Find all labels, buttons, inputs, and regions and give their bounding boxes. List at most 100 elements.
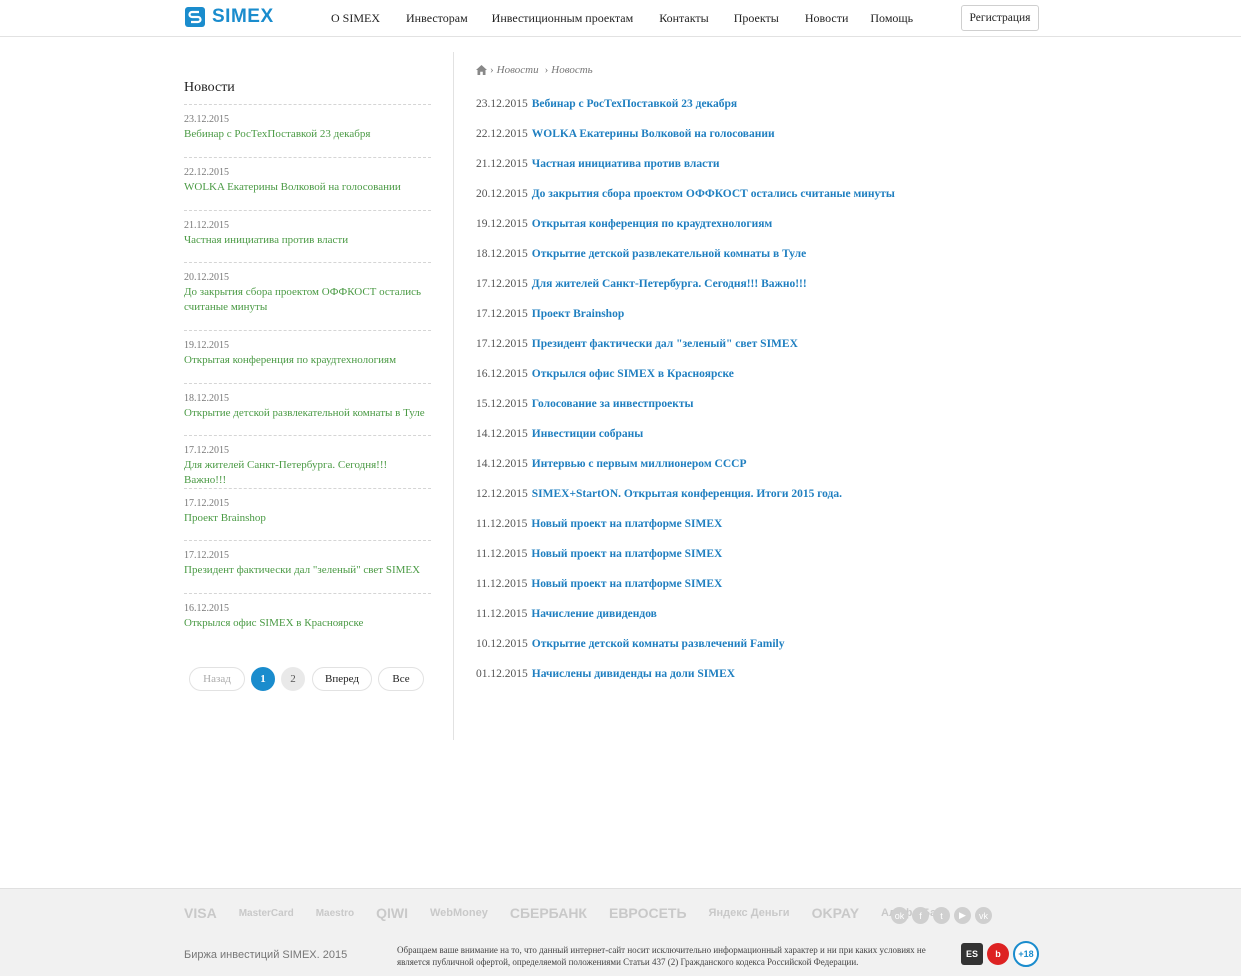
news-link[interactable]: Проект Brainshop	[532, 308, 624, 320]
pagination-all-button[interactable]: Все	[378, 667, 424, 691]
sidebar-news-item: 19.12.2015 Открытая конференция по краудт…	[184, 330, 431, 383]
home-icon[interactable]	[476, 65, 487, 75]
sidebar-news-link[interactable]: Открылся офис SIMEX в Красноярске	[184, 616, 431, 631]
news-row: 11.12.2015 Новый проект на платформе SIME…	[476, 547, 895, 577]
column-divider	[453, 52, 454, 740]
sidebar-news-link[interactable]: Открытая конференция по краудтехнологиям	[184, 353, 431, 368]
news-row: 15.12.2015 Голосование за инвестпроекты	[476, 397, 895, 427]
sidebar-news-date: 17.12.2015	[184, 445, 229, 456]
sidebar-news-date: 19.12.2015	[184, 340, 229, 351]
nav-investors[interactable]: Инвесторам	[406, 11, 468, 26]
news-row: 14.12.2015 Интервью с первым миллионером …	[476, 457, 895, 487]
vkontakte-icon[interactable]: vk	[975, 907, 992, 924]
news-list: 23.12.2015 Вебинар с РосТехПоставкой 23 д…	[476, 97, 895, 697]
news-date: 17.12.2015	[476, 308, 528, 320]
news-link[interactable]: Новый проект на платформе SIMEX	[531, 578, 722, 590]
news-link[interactable]: Президент фактически дал "зеленый" свет …	[532, 338, 798, 350]
twitter-icon[interactable]: t	[933, 907, 950, 924]
sidebar-news-item: 21.12.2015 Частная инициатива против влас…	[184, 210, 431, 262]
news-row: 17.12.2015 Проект Brainshop	[476, 307, 895, 337]
breadcrumb-separator: ›	[490, 64, 494, 76]
news-row: 11.12.2015 Новый проект на платформе SIME…	[476, 577, 895, 607]
facebook-icon[interactable]: f	[912, 907, 929, 924]
sidebar-news-date: 21.12.2015	[184, 220, 229, 231]
logo[interactable]: SIMEX	[184, 5, 274, 29]
nav-news[interactable]: Новости	[805, 11, 849, 26]
payment-logo: СБЕРБАНК	[509, 905, 587, 921]
news-link[interactable]: Новый проект на платформе SIMEX	[531, 548, 722, 560]
news-date: 11.12.2015	[476, 548, 528, 560]
news-date: 17.12.2015	[476, 278, 528, 290]
sidebar-news-link[interactable]: Проект Brainshop	[184, 511, 431, 526]
news-row: 16.12.2015 Открылся офис SIMEX в Краснояр…	[476, 367, 895, 397]
sidebar-news-date: 18.12.2015	[184, 393, 229, 404]
news-date: 21.12.2015	[476, 158, 528, 170]
pagination-next-button[interactable]: Вперед	[312, 667, 372, 691]
sidebar-news-link[interactable]: Президент фактически дал "зеленый" свет …	[184, 563, 431, 578]
sidebar-news-link[interactable]: Для жителей Санкт-Петербурга. Сегодня!!!…	[184, 458, 431, 488]
news-row: 17.12.2015 Для жителей Санкт-Петербурга. …	[476, 277, 895, 307]
nav-help[interactable]: Помощь	[870, 11, 913, 26]
simex-logo-icon	[185, 7, 205, 27]
news-link[interactable]: Открытая конференция по краудтехнологиям	[532, 218, 773, 230]
sidebar-news-item: 16.12.2015 Открылся офис SIMEX в Краснояр…	[184, 593, 431, 645]
news-row: 18.12.2015 Открытие детской развлекательн…	[476, 247, 895, 277]
news-link[interactable]: Голосование за инвестпроекты	[532, 398, 694, 410]
sidebar-news-date: 23.12.2015	[184, 114, 229, 125]
news-link[interactable]: Начислены дивиденды на доли SIMEX	[532, 668, 735, 680]
news-date: 18.12.2015	[476, 248, 528, 260]
news-row: 21.12.2015 Частная инициатива против влас…	[476, 157, 895, 187]
sidebar-news-link[interactable]: Открытие детской развлекательной комнаты…	[184, 406, 431, 421]
payment-logo: MasterCard	[238, 907, 294, 919]
news-link[interactable]: Открытие детской комнаты развлечений Fam…	[532, 638, 785, 650]
news-link[interactable]: Частная инициатива против власти	[532, 158, 720, 170]
news-link[interactable]: До закрытия сбора проектом ОФФКОСТ остал…	[532, 188, 895, 200]
news-date: 16.12.2015	[476, 368, 528, 380]
news-date: 20.12.2015	[476, 188, 528, 200]
news-link[interactable]: SIMEX+StartON. Открытая конференция. Ито…	[532, 488, 842, 500]
odnoklassniki-icon[interactable]: ok	[891, 907, 908, 924]
payment-logos: VISA MasterCard Maestro QIWI WebMoney СБЕРБАН…	[184, 905, 970, 921]
news-row: 12.12.2015 SIMEX+StartON. Открытая конфер…	[476, 487, 895, 517]
breadcrumb-news-link[interactable]: Новости	[497, 64, 539, 76]
news-date: 22.12.2015	[476, 128, 528, 140]
news-date: 11.12.2015	[476, 608, 528, 620]
news-link[interactable]: Новый проект на платформе SIMEX	[531, 518, 722, 530]
register-button[interactable]: Регистрация	[961, 5, 1039, 31]
sidebar-news-link[interactable]: Вебинар с РосТехПоставкой 23 декабря	[184, 127, 431, 142]
site-header: SIMEX О SIMEX Инвесторам Инвестиционным …	[0, 0, 1241, 37]
sidebar-news-link[interactable]: WOLKA Екатерины Волковой на голосовании	[184, 180, 431, 195]
news-date: 14.12.2015	[476, 428, 528, 440]
nav-projects[interactable]: Проекты	[734, 11, 779, 26]
sidebar-news-item: 18.12.2015 Открытие детской развлекательн…	[184, 383, 431, 435]
nav-about[interactable]: О SIMEX	[331, 11, 380, 26]
payment-logo: Яндекс Деньги	[708, 907, 790, 919]
news-link[interactable]: Интервью с первым миллионером СССР	[532, 458, 747, 470]
sidebar-news-link[interactable]: До закрытия сбора проектом ОФФКОСТ остал…	[184, 285, 431, 315]
sidebar-news-item: 23.12.2015 Вебинар с РосТехПоставкой 23 д…	[184, 104, 431, 157]
pagination-prev-button[interactable]: Назад	[189, 667, 245, 691]
breadcrumb-current: Новость	[551, 64, 593, 76]
sidebar-news-link[interactable]: Частная инициатива против власти	[184, 233, 431, 248]
site-footer: VISA MasterCard Maestro QIWI WebMoney СБЕРБАН…	[0, 888, 1241, 976]
breadcrumb: › Новости › Новость	[476, 64, 593, 76]
news-link[interactable]: WOLKA Екатерины Волковой на голосовании	[532, 128, 775, 140]
nav-projects-investment[interactable]: Инвестиционным проектам	[492, 11, 634, 26]
news-date: 14.12.2015	[476, 458, 528, 470]
news-row: 20.12.2015 До закрытия сбора проектом ОФФ…	[476, 187, 895, 217]
news-link[interactable]: Вебинар с РосТехПоставкой 23 декабря	[532, 98, 737, 110]
news-row: 11.12.2015 Начисление дивидендов	[476, 607, 895, 637]
news-link[interactable]: Открытие детской развлекательной комнаты…	[532, 248, 806, 260]
pagination-page-1[interactable]: 1	[251, 667, 275, 691]
news-link[interactable]: Начисление дивидендов	[531, 608, 657, 620]
pagination-page-2[interactable]: 2	[281, 667, 305, 691]
nav-contacts[interactable]: Контакты	[659, 11, 709, 26]
news-date: 01.12.2015	[476, 668, 528, 680]
news-link[interactable]: Инвестиции собраны	[532, 428, 644, 440]
news-row: 22.12.2015 WOLKA Екатерины Волковой на го…	[476, 127, 895, 157]
youtube-icon[interactable]: ▶	[954, 907, 971, 924]
social-links: ok f t ▶ vk	[891, 907, 996, 924]
news-link[interactable]: Для жителей Санкт-Петербурга. Сегодня!!!…	[532, 278, 807, 290]
news-link[interactable]: Открылся офис SIMEX в Красноярске	[532, 368, 734, 380]
news-row: 01.12.2015 Начислены дивиденды на доли SI…	[476, 667, 895, 697]
